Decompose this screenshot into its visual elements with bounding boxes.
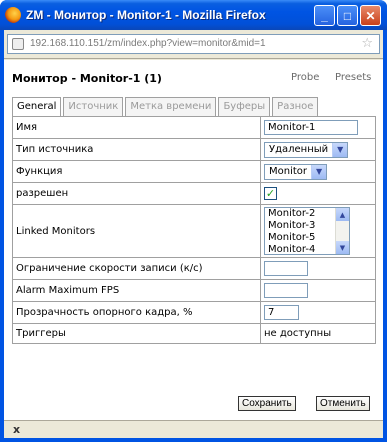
address-field[interactable]: 192.168.110.151/zm/index.php?view=monito… xyxy=(7,34,380,54)
ref-blend-label: Прозрачность опорного кадра, % xyxy=(12,301,261,324)
scroll-down-icon[interactable]: ▼ xyxy=(336,241,349,254)
enabled-label: разрешен xyxy=(12,182,261,205)
form-row: Прозрачность опорного кадра, % 7 xyxy=(12,301,376,324)
status-bar: x xyxy=(4,420,383,438)
close-status-icon[interactable]: x xyxy=(13,423,20,436)
general-form: Имя Monitor-1 Тип источника Удаленный ▼ … xyxy=(12,116,376,344)
alarm-max-fps-label: Alarm Maximum FPS xyxy=(12,279,261,302)
address-url: 192.168.110.151/zm/index.php?view=monito… xyxy=(30,38,266,49)
browser-window: ZM - Монитор - Monitor-1 - Mozilla Firef… xyxy=(0,0,387,442)
chevron-down-icon: ▼ xyxy=(311,164,327,179)
form-row: Тип источника Удаленный ▼ xyxy=(12,138,376,161)
browser-client: 192.168.110.151/zm/index.php?view=monito… xyxy=(4,30,383,438)
max-fps-label: Ограничение скорости записи (к/с) xyxy=(12,257,261,280)
window-title: ZM - Монитор - Monitor-1 - Mozilla Firef… xyxy=(26,8,266,22)
firefox-icon xyxy=(5,7,21,23)
name-label: Имя xyxy=(12,116,261,139)
alarm-max-fps-input[interactable] xyxy=(264,283,308,298)
function-select[interactable]: Monitor ▼ xyxy=(264,163,328,180)
list-scrollbar[interactable]: ▲ ▼ xyxy=(335,208,349,254)
enabled-checkbox[interactable]: ✓ xyxy=(264,187,277,200)
page-content: Монитор - Monitor-1 (1) Probe Presets Ge… xyxy=(4,60,383,420)
cancel-button[interactable]: Отменить xyxy=(316,396,370,411)
max-fps-input[interactable] xyxy=(264,261,308,276)
chevron-down-icon: ▼ xyxy=(332,142,348,157)
name-input[interactable]: Monitor-1 xyxy=(264,120,358,135)
triggers-value: не доступны xyxy=(260,323,376,344)
page-icon xyxy=(12,38,24,50)
address-toolbar: 192.168.110.151/zm/index.php?view=monito… xyxy=(4,30,383,59)
linked-monitors-list[interactable]: Monitor-2 Monitor-3 Monitor-5 Monitor-4 … xyxy=(264,207,350,255)
ref-blend-input[interactable]: 7 xyxy=(264,305,299,320)
form-row: Alarm Maximum FPS xyxy=(12,279,376,302)
minimize-button[interactable]: _ xyxy=(314,5,335,26)
form-row: Триггеры не доступны xyxy=(12,323,376,344)
tab-source[interactable]: Источник xyxy=(63,97,124,116)
presets-link[interactable]: Presets xyxy=(335,72,371,83)
form-row: Функция Monitor ▼ xyxy=(12,160,376,183)
close-window-button[interactable]: ✕ xyxy=(360,5,381,26)
triggers-label: Триггеры xyxy=(12,323,261,344)
tab-bar: General Источник Метка времени Буферы Ра… xyxy=(12,97,320,117)
form-row: Имя Monitor-1 xyxy=(12,116,376,139)
probe-link[interactable]: Probe xyxy=(291,72,319,83)
form-row: Linked Monitors Monitor-2 Monitor-3 Moni… xyxy=(12,204,376,258)
bookmark-star-icon[interactable]: ☆ xyxy=(361,36,373,51)
page-title: Монитор - Monitor-1 (1) xyxy=(12,72,162,85)
maximize-button[interactable]: □ xyxy=(337,5,358,26)
tab-timestamp[interactable]: Метка времени xyxy=(125,97,217,116)
source-type-label: Тип источника xyxy=(12,138,261,161)
source-type-select[interactable]: Удаленный ▼ xyxy=(264,141,349,158)
tab-misc[interactable]: Разное xyxy=(272,97,319,116)
title-bar[interactable]: ZM - Монитор - Monitor-1 - Mozilla Firef… xyxy=(0,0,387,30)
function-label: Функция xyxy=(12,160,261,183)
tab-general[interactable]: General xyxy=(12,97,62,117)
scroll-up-icon[interactable]: ▲ xyxy=(336,208,349,221)
form-row: Ограничение скорости записи (к/с) xyxy=(12,257,376,280)
form-row: разрешен ✓ xyxy=(12,182,376,205)
tab-buffers[interactable]: Буферы xyxy=(218,97,271,116)
linked-monitors-label: Linked Monitors xyxy=(12,204,261,258)
save-button[interactable]: Сохранить xyxy=(238,396,296,411)
